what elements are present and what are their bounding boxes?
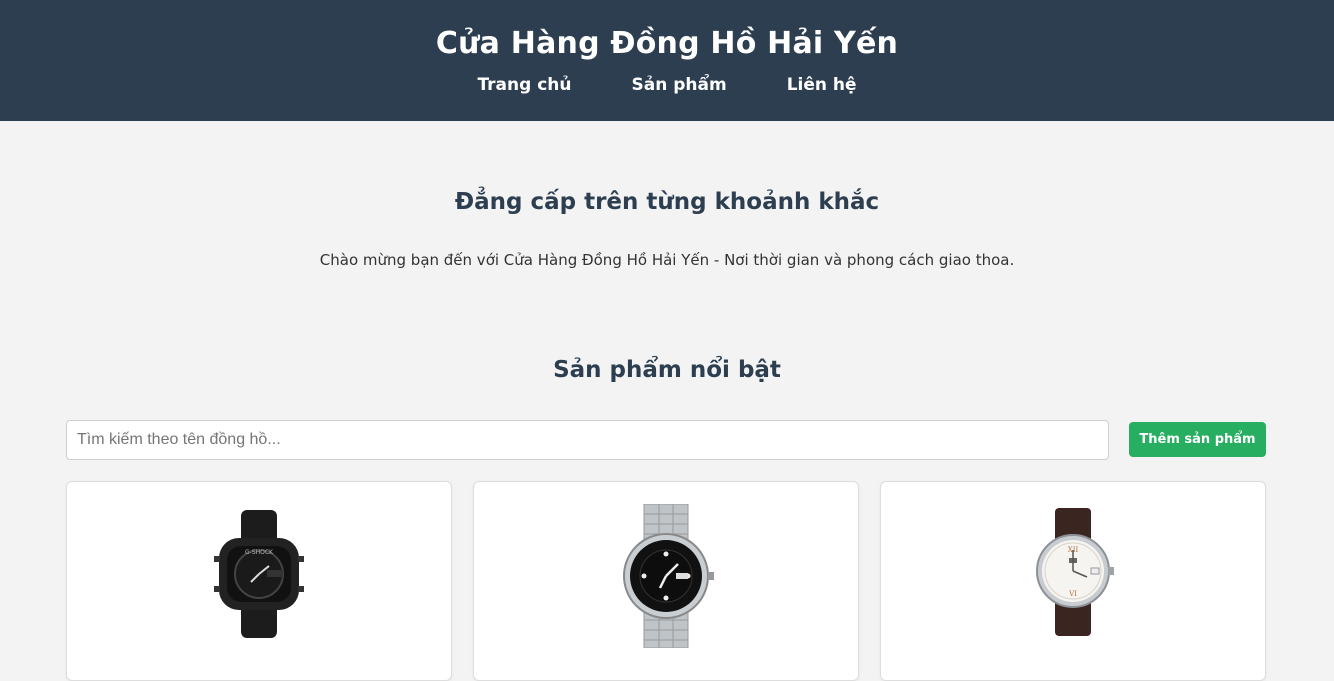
hero-text: Chào mừng bạn đến với Cửa Hàng Đồng Hồ H… bbox=[319, 251, 1015, 269]
nav-products-link[interactable]: Sản phẩm bbox=[632, 74, 727, 96]
product-card[interactable]: G-SHOCK bbox=[66, 481, 452, 681]
svg-text:VI: VI bbox=[1068, 590, 1077, 598]
svg-text:G-SHOCK: G-SHOCK bbox=[245, 549, 274, 556]
search-input[interactable] bbox=[66, 420, 1109, 460]
add-product-button[interactable]: Thêm sản phẩm bbox=[1129, 422, 1266, 457]
product-toolbar: Thêm sản phẩm bbox=[66, 420, 1266, 460]
hero-section: Đẳng cấp trên từng khoảnh khắc Chào mừng… bbox=[0, 188, 1334, 270]
product-card[interactable]: XII VI bbox=[880, 481, 1266, 681]
product-card[interactable] bbox=[473, 481, 859, 681]
site-title: Cửa Hàng Đồng Hồ Hải Yến bbox=[435, 26, 899, 61]
leather-dress-watch-icon: XII VI bbox=[1036, 508, 1114, 636]
nav-home-link[interactable]: Trang chủ bbox=[477, 74, 571, 96]
site-header: Cửa Hàng Đồng Hồ Hải Yến Trang chủ Sản p… bbox=[0, 0, 1334, 121]
nav-contact-link[interactable]: Liên hệ bbox=[787, 74, 857, 96]
black-digital-sport-watch-icon: G-SHOCK bbox=[214, 510, 304, 638]
hero-title: Đẳng cấp trên từng khoảnh khắc bbox=[454, 189, 880, 215]
main-nav: Trang chủ Sản phẩm Liên hệ bbox=[0, 74, 1334, 96]
steel-diver-watch-icon bbox=[623, 504, 714, 648]
featured-products-title: Sản phẩm nổi bật bbox=[553, 357, 781, 383]
